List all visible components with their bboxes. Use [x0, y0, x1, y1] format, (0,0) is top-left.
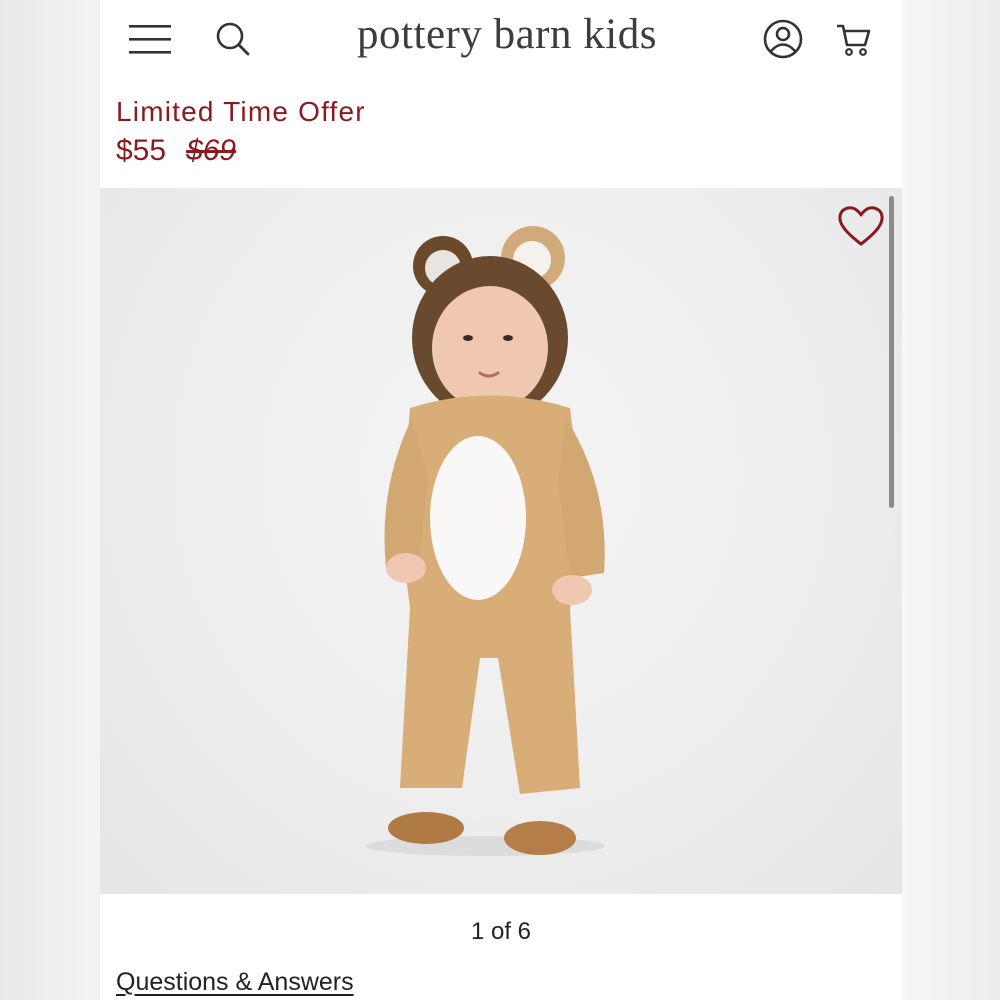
offer-label: Limited Time Offer: [116, 96, 366, 127]
favorite-button[interactable]: [836, 204, 890, 254]
search-icon: [216, 22, 250, 56]
search-button[interactable]: [208, 14, 258, 64]
questions-answers-link[interactable]: Questions & Answers: [116, 968, 354, 997]
hamburger-menu-icon: [129, 25, 171, 54]
cart-button[interactable]: [826, 14, 880, 64]
heart-icon: [838, 206, 884, 246]
cart-icon: [837, 24, 871, 56]
gallery-counter: 1 of 6: [470, 918, 532, 945]
price-block: $55 $69: [116, 134, 236, 168]
site-header: pottery barn kids: [100, 0, 902, 82]
image-scrollbar[interactable]: [889, 196, 894, 508]
product-image[interactable]: [100, 188, 902, 894]
menu-button[interactable]: [124, 16, 176, 62]
brand-logo[interactable]: pottery barn kids: [312, 10, 702, 59]
original-price: $69: [186, 134, 237, 167]
sale-price: $55: [116, 134, 167, 167]
account-icon: [763, 19, 803, 59]
product-photo: [365, 226, 605, 856]
product-page: pottery barn kids Limited Time Offer $55…: [100, 0, 902, 1000]
account-button[interactable]: [756, 14, 810, 64]
